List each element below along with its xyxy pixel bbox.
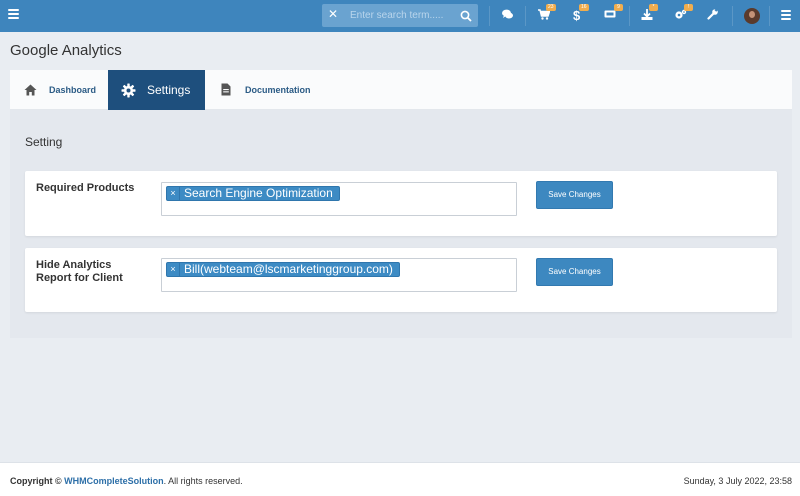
selected-client-tag-label: Bill(webteam@lscmarketinggroup.com) — [184, 262, 393, 276]
navbar-divider — [769, 6, 770, 26]
tab-settings-label: Settings — [147, 83, 191, 97]
download-icon[interactable]: * — [641, 4, 658, 24]
selected-client-tag: × Bill(webteam@lscmarketinggroup.com) — [166, 262, 400, 277]
navbar-divider — [629, 6, 630, 26]
settings-badge: ! — [684, 4, 693, 11]
footer-datetime: Sunday, 3 July 2022, 23:58 — [683, 476, 792, 486]
dollar-icon[interactable]: $ 16 — [573, 4, 589, 24]
tab-settings[interactable]: Settings — [108, 70, 205, 116]
ticket-icon[interactable]: 9 — [604, 4, 623, 24]
page-title: Google Analytics — [10, 42, 122, 59]
required-products-select[interactable]: × Search Engine Optimization — [161, 182, 517, 216]
required-products-card: Required Products × Search Engine Optimi… — [25, 171, 777, 236]
remove-tag-icon[interactable]: × — [167, 187, 180, 200]
top-navbar: ✕ 23 $ 16 9 * ! — [0, 0, 800, 32]
navbar-divider — [489, 6, 490, 26]
document-icon — [221, 83, 231, 101]
right-menu-icon[interactable] — [781, 10, 791, 22]
tab-documentation[interactable]: Documentation — [205, 70, 325, 110]
sidebar-toggle-menu-icon[interactable] — [8, 9, 19, 23]
tickets-badge: 9 — [614, 4, 623, 11]
hide-report-label: Hide Analytics Report for Client — [36, 259, 123, 284]
search-input[interactable] — [350, 7, 450, 24]
settings-panel: Setting Required Products × Search Engin… — [10, 110, 792, 338]
downloads-badge: * — [649, 4, 658, 11]
copyright-prefix: Copyright © — [10, 476, 62, 486]
section-title: Setting — [25, 135, 63, 149]
navbar-divider — [525, 6, 526, 26]
search-icon[interactable] — [460, 9, 472, 27]
billing-badge: 16 — [579, 4, 589, 11]
save-changes-button[interactable]: Save Changes — [536, 181, 613, 209]
tab-documentation-label: Documentation — [245, 85, 311, 95]
copyright-text: Copyright © WHMCompleteSolution. All rig… — [10, 476, 243, 486]
hide-report-card: Hide Analytics Report for Client × Bill(… — [25, 248, 777, 312]
selected-product-tag: × Search Engine Optimization — [166, 186, 340, 201]
user-avatar[interactable] — [744, 8, 760, 24]
navbar-divider — [732, 6, 733, 26]
selected-product-tag-label: Search Engine Optimization — [184, 186, 333, 200]
hide-report-client-select[interactable]: × Bill(webteam@lscmarketinggroup.com) — [161, 258, 517, 292]
chat-icon[interactable] — [501, 8, 514, 24]
brand-link[interactable]: WHMCompleteSolution — [64, 476, 164, 486]
tab-dashboard-label: Dashboard — [49, 85, 97, 95]
required-products-label: Required Products — [36, 182, 135, 194]
gear-icon — [121, 83, 136, 103]
cart-badge: 23 — [546, 4, 556, 11]
search-clear-icon[interactable]: ✕ — [328, 7, 340, 21]
tab-dashboard[interactable]: Dashboard — [10, 70, 108, 110]
search-box: ✕ — [322, 4, 478, 27]
save-changes-button[interactable]: Save Changes — [536, 258, 613, 286]
home-icon — [24, 83, 37, 101]
footer: Copyright © WHMCompleteSolution. All rig… — [0, 462, 800, 496]
cogs-icon[interactable]: ! — [674, 4, 693, 24]
copyright-suffix: . All rights reserved. — [163, 476, 243, 486]
remove-tag-icon[interactable]: × — [167, 263, 180, 276]
wrench-icon[interactable] — [707, 8, 719, 24]
cart-icon[interactable]: 23 — [538, 4, 556, 24]
module-tabs: Dashboard Settings Documentation — [10, 70, 792, 116]
